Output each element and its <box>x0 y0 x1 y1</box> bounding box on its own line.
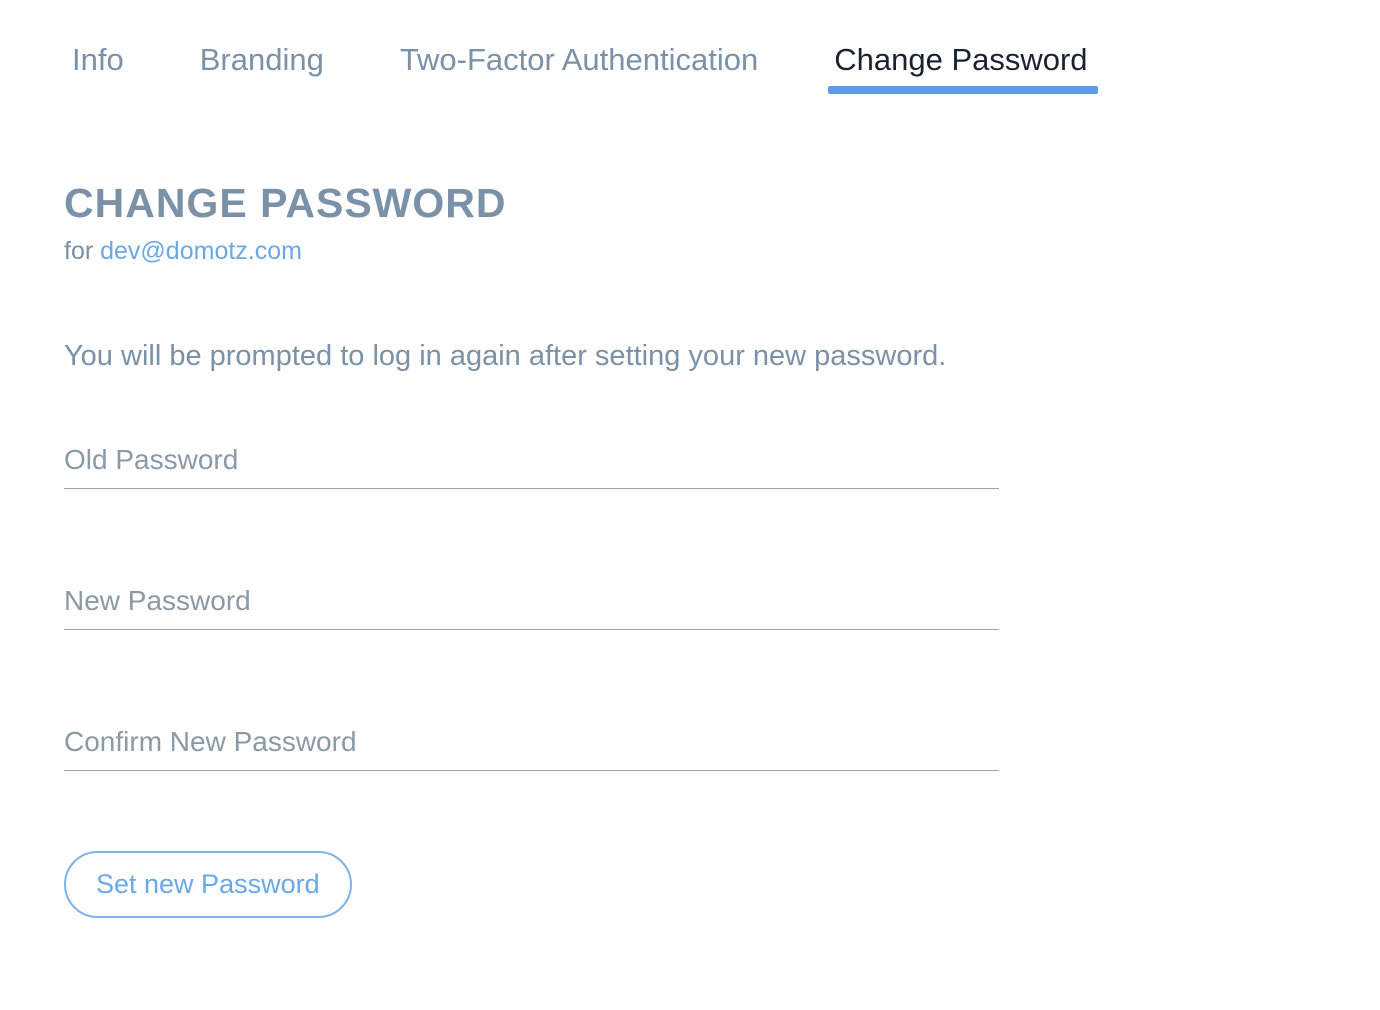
page-title: CHANGE PASSWORD <box>64 180 1308 227</box>
account-email[interactable]: dev@domotz.com <box>100 237 302 265</box>
subtitle-prefix: for <box>64 237 100 265</box>
tab-change-password[interactable]: Change Password <box>834 42 1087 90</box>
tab-two-factor[interactable]: Two-Factor Authentication <box>400 42 758 90</box>
set-new-password-button[interactable]: Set new Password <box>64 851 352 918</box>
new-password-field[interactable] <box>64 577 999 630</box>
confirm-password-field[interactable] <box>64 718 999 771</box>
new-password-field-wrapper <box>64 577 999 630</box>
change-password-form: Set new Password <box>64 436 999 918</box>
tab-branding[interactable]: Branding <box>200 42 324 90</box>
tab-info[interactable]: Info <box>72 42 124 90</box>
content-area: CHANGE PASSWORD for dev@domotz.com You w… <box>0 90 1380 918</box>
confirm-password-field-wrapper <box>64 718 999 771</box>
info-text: You will be prompted to log in again aft… <box>64 338 1308 376</box>
page-subtitle: for dev@domotz.com <box>64 237 1308 266</box>
tabs-nav: Info Branding Two-Factor Authentication … <box>0 0 1380 90</box>
old-password-field[interactable] <box>64 436 999 489</box>
old-password-field-wrapper <box>64 436 999 489</box>
